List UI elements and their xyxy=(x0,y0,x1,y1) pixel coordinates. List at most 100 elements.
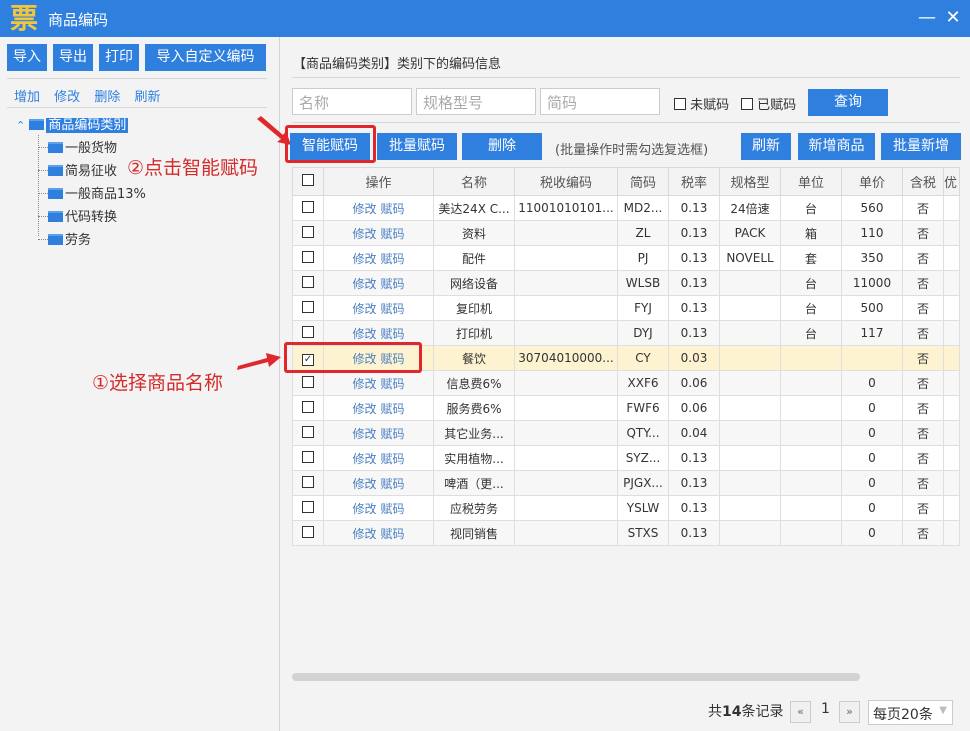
row-checkbox[interactable] xyxy=(292,495,324,521)
select-all-checkbox[interactable] xyxy=(292,167,324,196)
column-header[interactable]: 税收编码 xyxy=(514,167,618,196)
column-header[interactable]: 单价 xyxy=(841,167,903,196)
row-checkbox[interactable] xyxy=(292,220,324,246)
collapse-icon[interactable]: ⌃ xyxy=(16,119,25,132)
table-row[interactable]: 修改 赋码 服务费6% FWF6 0.06 0 否 xyxy=(292,395,960,421)
edit-link[interactable]: 修改 xyxy=(352,277,376,291)
column-header[interactable]: 税率 xyxy=(668,167,720,196)
query-button[interactable]: 查询 xyxy=(808,89,888,116)
edit-link[interactable]: 修改 xyxy=(352,502,376,516)
table-row[interactable]: 修改 赋码 啤酒（更... PJGX... 0.13 0 否 xyxy=(292,470,960,496)
row-checkbox[interactable] xyxy=(292,370,324,396)
edit-link[interactable]: 修改 xyxy=(352,377,376,391)
table-row[interactable]: 修改 赋码 资料 ZL 0.13 PACK 箱 110 否 xyxy=(292,220,960,246)
cell-name: 实用植物... xyxy=(433,445,515,471)
assign-code-link[interactable]: 赋码 xyxy=(381,402,405,416)
assign-code-link[interactable]: 赋码 xyxy=(381,227,405,241)
delete-button[interactable]: 删除 xyxy=(462,133,542,160)
column-header[interactable]: 含税 xyxy=(902,167,944,196)
assign-code-link[interactable]: 赋码 xyxy=(381,377,405,391)
table-row[interactable]: 修改 赋码 美达24X C... 11001010101... MD2... 0.13 24… xyxy=(292,195,960,221)
next-page-button[interactable]: » xyxy=(839,701,860,723)
add-category-link[interactable]: 增加 xyxy=(14,90,40,105)
assigned-checkbox[interactable]: 已赋码 xyxy=(741,94,796,113)
table-row[interactable]: 修改 赋码 配件 PJ 0.13 NOVELL 套 350 否 xyxy=(292,245,960,271)
cell-name: 啤酒（更... xyxy=(433,470,515,496)
folder-icon xyxy=(48,142,63,153)
row-checkbox[interactable] xyxy=(292,245,324,271)
tree-item-general-13[interactable]: 一般商品13% xyxy=(38,183,146,202)
table-row[interactable]: 修改 赋码 网络设备 WLSB 0.13 台 11000 否 xyxy=(292,270,960,296)
row-checkbox[interactable] xyxy=(292,295,324,321)
edit-link[interactable]: 修改 xyxy=(352,402,376,416)
tree-root[interactable]: ⌃ 商品编码类别 xyxy=(16,114,129,133)
table-row[interactable]: 修改 赋码 应税劳务 YSLW 0.13 0 否 xyxy=(292,495,960,521)
assign-code-link[interactable]: 赋码 xyxy=(381,527,405,541)
column-header[interactable]: 单位 xyxy=(780,167,842,196)
table-row[interactable]: 修改 赋码 其它业务... QTY... 0.04 0 否 xyxy=(292,420,960,446)
assign-code-link[interactable]: 赋码 xyxy=(381,252,405,266)
close-button[interactable]: ✕ xyxy=(942,6,964,30)
edit-link[interactable]: 修改 xyxy=(352,427,376,441)
name-search-input[interactable]: 名称 xyxy=(292,88,412,115)
tree-item-code-convert[interactable]: 代码转换 xyxy=(38,206,117,225)
row-checkbox[interactable] xyxy=(292,395,324,421)
page-size-select[interactable]: 每页20条 ▼ xyxy=(868,700,953,725)
row-checkbox[interactable] xyxy=(292,470,324,496)
table-row[interactable]: 修改 赋码 视同销售 STXS 0.13 0 否 xyxy=(292,520,960,546)
batch-assign-button[interactable]: 批量赋码 xyxy=(377,133,457,160)
assign-code-link[interactable]: 赋码 xyxy=(381,452,405,466)
cell-rate: 0.06 xyxy=(668,370,720,396)
spec-search-input[interactable]: 规格型号 xyxy=(416,88,536,115)
assign-code-link[interactable]: 赋码 xyxy=(381,477,405,491)
edit-link[interactable]: 修改 xyxy=(352,227,376,241)
import-button[interactable]: 导入 xyxy=(7,44,47,71)
current-page[interactable]: 1 xyxy=(821,701,830,717)
assign-code-link[interactable]: 赋码 xyxy=(381,202,405,216)
table-row[interactable]: 修改 赋码 复印机 FYJ 0.13 台 500 否 xyxy=(292,295,960,321)
row-checkbox[interactable] xyxy=(292,195,324,221)
cell-abbr: MD2... xyxy=(617,195,669,221)
table-row[interactable]: 修改 赋码 实用植物... SYZ... 0.13 0 否 xyxy=(292,445,960,471)
edit-link[interactable]: 修改 xyxy=(352,527,376,541)
edit-link[interactable]: 修改 xyxy=(352,452,376,466)
row-checkbox[interactable] xyxy=(292,445,324,471)
edit-link[interactable]: 修改 xyxy=(352,327,376,341)
export-button[interactable]: 导出 xyxy=(53,44,93,71)
batch-add-button[interactable]: 批量新增 xyxy=(881,133,961,160)
row-checkbox[interactable] xyxy=(292,520,324,546)
edit-link[interactable]: 修改 xyxy=(352,202,376,216)
horizontal-scrollbar[interactable] xyxy=(292,673,860,681)
unassigned-checkbox[interactable]: 未赋码 xyxy=(674,94,729,113)
add-product-button[interactable]: 新增商品 xyxy=(798,133,875,160)
row-checkbox[interactable] xyxy=(292,270,324,296)
assign-code-link[interactable]: 赋码 xyxy=(381,327,405,341)
tree-item-labor[interactable]: 劳务 xyxy=(38,229,91,248)
column-header[interactable]: 简码 xyxy=(617,167,669,196)
column-header[interactable]: 规格型 xyxy=(719,167,781,196)
edit-link[interactable]: 修改 xyxy=(352,477,376,491)
refresh-category-link[interactable]: 刷新 xyxy=(134,90,160,105)
assign-code-link[interactable]: 赋码 xyxy=(381,502,405,516)
minimize-button[interactable]: — xyxy=(916,6,938,30)
tree-item-general-goods[interactable]: 一般货物 xyxy=(38,137,117,156)
refresh-button[interactable]: 刷新 xyxy=(741,133,791,160)
cell-abbr: SYZ... xyxy=(617,445,669,471)
edit-category-link[interactable]: 修改 xyxy=(54,90,80,105)
assign-code-link[interactable]: 赋码 xyxy=(381,277,405,291)
row-checkbox[interactable] xyxy=(292,420,324,446)
delete-category-link[interactable]: 删除 xyxy=(94,90,120,105)
abbr-search-input[interactable]: 简码 xyxy=(540,88,660,115)
prev-page-button[interactable]: « xyxy=(790,701,811,723)
print-button[interactable]: 打印 xyxy=(99,44,139,71)
cell-rate: 0.04 xyxy=(668,420,720,446)
edit-link[interactable]: 修改 xyxy=(352,302,376,316)
tree-item-simple-levy[interactable]: 简易征收 xyxy=(38,160,117,179)
edit-link[interactable]: 修改 xyxy=(352,252,376,266)
assign-code-link[interactable]: 赋码 xyxy=(381,302,405,316)
column-header[interactable]: 名称 xyxy=(433,167,515,196)
table-row[interactable]: 修改 赋码 信息费6% XXF6 0.06 0 否 xyxy=(292,370,960,396)
assign-code-link[interactable]: 赋码 xyxy=(381,427,405,441)
column-header[interactable]: 优 xyxy=(943,167,960,196)
import-custom-code-button[interactable]: 导入自定义编码 xyxy=(145,44,266,71)
